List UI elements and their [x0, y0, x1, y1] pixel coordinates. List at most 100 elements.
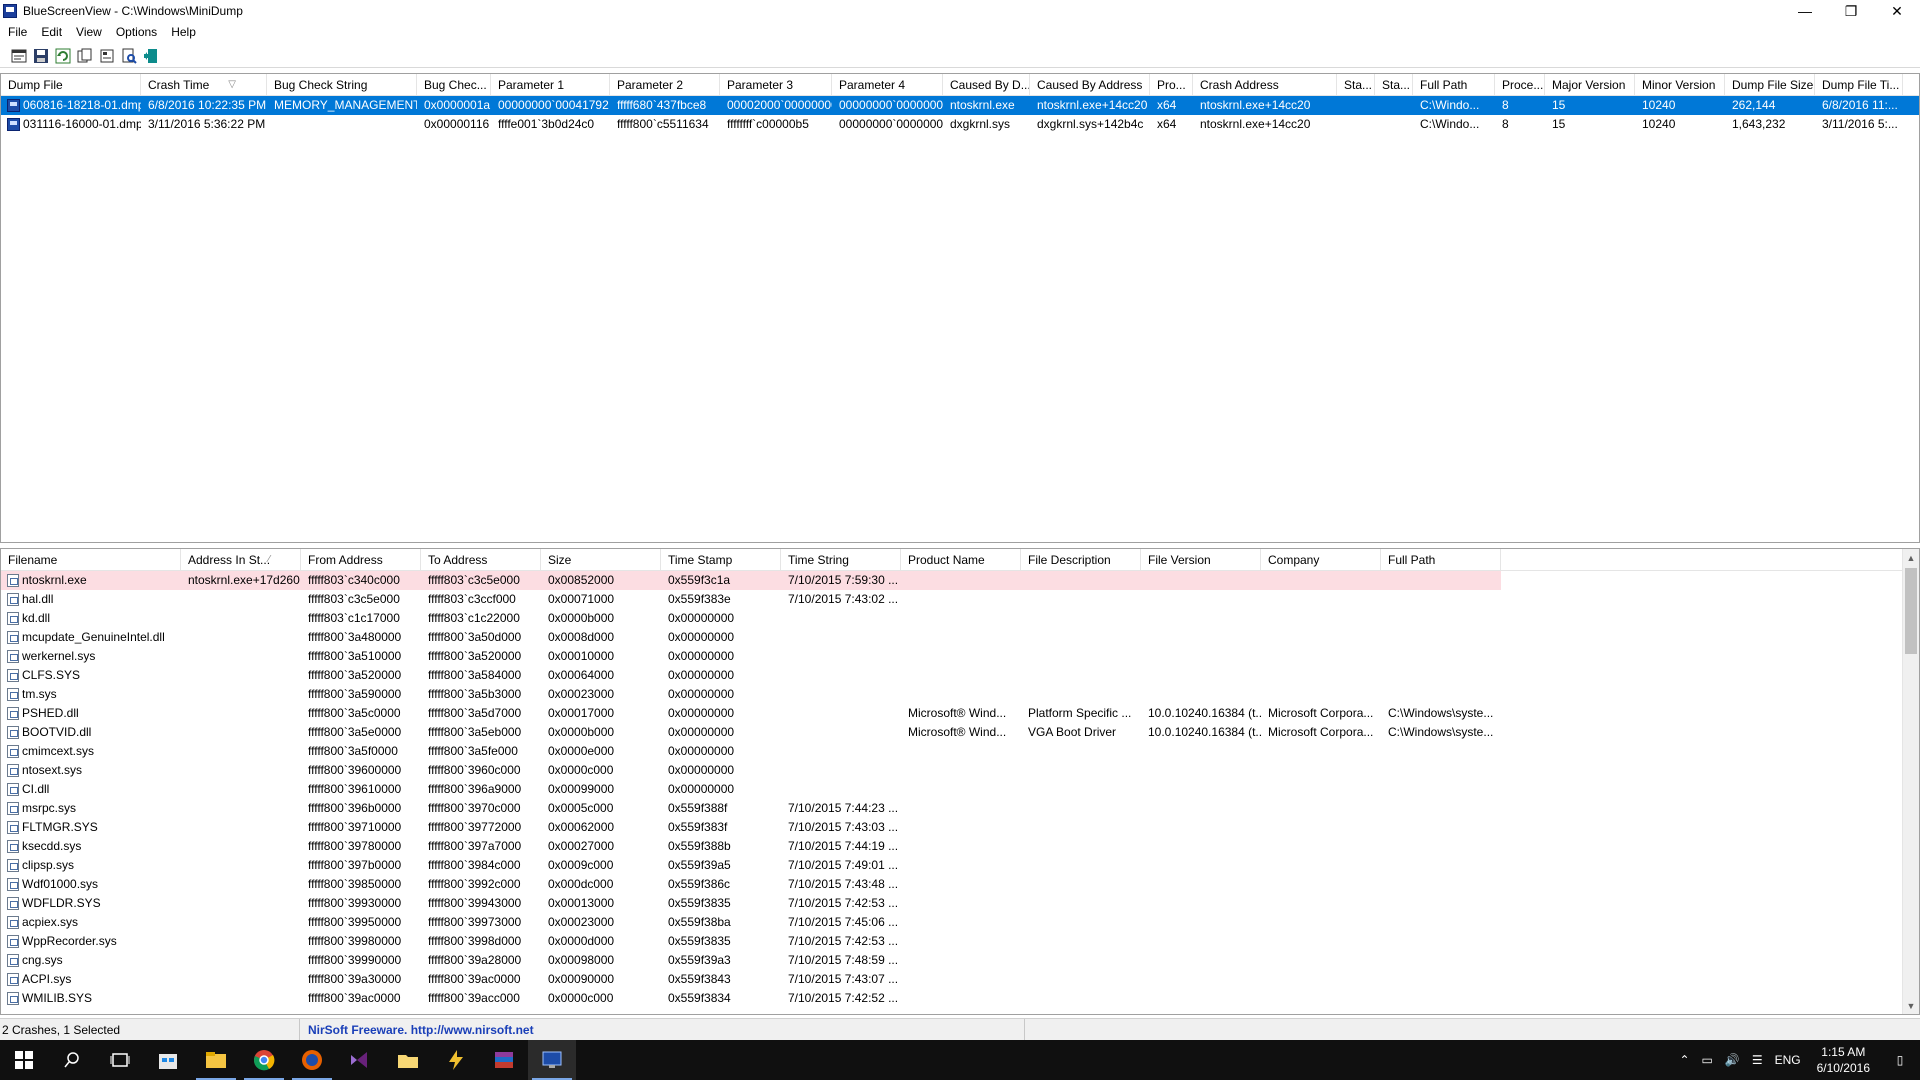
table-row[interactable]: PSHED.dll fffff800`3a5c0000 fffff800`3a5d7…	[1, 704, 1919, 723]
winrar-icon[interactable]	[480, 1040, 528, 1080]
menu-file[interactable]: File	[2, 25, 35, 39]
column-header[interactable]: Parameter 1	[491, 74, 610, 96]
column-header[interactable]: Major Version	[1545, 74, 1635, 96]
table-row[interactable]: WDFLDR.SYS fffff800`39930000 fffff800`3994…	[1, 894, 1919, 913]
table-cell: fffff800`396b0000	[308, 801, 402, 815]
column-header[interactable]: Company	[1261, 549, 1381, 571]
table-row[interactable]: tm.sys fffff800`3a590000 fffff800`3a5b3000…	[1, 685, 1919, 704]
html-report-icon[interactable]	[10, 47, 28, 65]
column-header[interactable]: Dump File	[1, 74, 141, 96]
column-header[interactable]: Time Stamp	[661, 549, 781, 571]
column-header[interactable]: Parameter 3	[720, 74, 832, 96]
column-header[interactable]: Bug Check String	[267, 74, 417, 96]
column-header[interactable]: Time String	[781, 549, 901, 571]
column-header[interactable]: Crash Time ▽	[141, 74, 267, 96]
visual-studio-icon[interactable]	[336, 1040, 384, 1080]
start-icon[interactable]	[0, 1040, 48, 1080]
table-row[interactable]: ntosext.sys fffff800`39600000 fffff800`396…	[1, 761, 1919, 780]
bluescreenview-icon[interactable]	[528, 1040, 576, 1080]
column-header[interactable]: Crash Address	[1193, 74, 1337, 96]
table-row[interactable]: 031116-16000-01.dmp 3/11/2016 5:36:22 PM 0…	[1, 115, 1919, 134]
save-icon[interactable]	[32, 47, 50, 65]
menu-options[interactable]: Options	[110, 25, 165, 39]
column-header[interactable]: Caused By D...	[943, 74, 1030, 96]
table-row[interactable]: ksecdd.sys fffff800`39780000 fffff800`397a…	[1, 837, 1919, 856]
close-button[interactable]: ✕	[1874, 0, 1920, 22]
table-row[interactable]: CLFS.SYS fffff800`3a520000 fffff800`3a5840…	[1, 666, 1919, 685]
column-header[interactable]: To Address	[421, 549, 541, 571]
column-header[interactable]: Sta...	[1337, 74, 1375, 96]
maximize-button[interactable]: ❐	[1828, 0, 1874, 22]
column-header[interactable]: Bug Chec...	[417, 74, 491, 96]
table-row[interactable]: acpiex.sys fffff800`39950000 fffff800`3997…	[1, 913, 1919, 932]
table-row[interactable]: WppRecorder.sys fffff800`39980000 fffff800…	[1, 932, 1919, 951]
column-header[interactable]: Full Path	[1381, 549, 1501, 571]
clock[interactable]: 1:15 AM 6/10/2016	[1807, 1044, 1880, 1076]
table-row[interactable]: 060816-18218-01.dmp 6/8/2016 10:22:35 PM M…	[1, 96, 1919, 115]
chrome-icon[interactable]	[240, 1040, 288, 1080]
column-header[interactable]: Parameter 2	[610, 74, 720, 96]
column-header[interactable]: File Description	[1021, 549, 1141, 571]
column-header[interactable]: From Address	[301, 549, 421, 571]
properties-icon[interactable]	[98, 47, 116, 65]
column-header[interactable]: Dump File Ti...	[1815, 74, 1903, 96]
exit-icon[interactable]	[142, 47, 160, 65]
table-row[interactable]: WMILIB.SYS fffff800`39ac0000 fffff800`39ac…	[1, 989, 1919, 1008]
table-row[interactable]: werkernel.sys fffff800`3a510000 fffff800`3…	[1, 647, 1919, 666]
nirsoft-link[interactable]: NirSoft Freeware. http://www.nirsoft.net	[300, 1019, 1025, 1040]
table-row[interactable]: msrpc.sys fffff800`396b0000 fffff800`3970c…	[1, 799, 1919, 818]
menu-help[interactable]: Help	[165, 25, 204, 39]
column-header[interactable]: Sta...	[1375, 74, 1413, 96]
menu-view[interactable]: View	[70, 25, 110, 39]
column-header[interactable]: Caused By Address	[1030, 74, 1150, 96]
column-header[interactable]: Filename	[1, 549, 181, 571]
table-row[interactable]: cng.sys fffff800`39990000 fffff800`39a2800…	[1, 951, 1919, 970]
table-cell: 7/10/2015 7:43:02 ...	[788, 592, 899, 606]
notification-icon[interactable]: ▯	[1880, 1040, 1920, 1080]
table-row[interactable]: mcupdate_GenuineIntel.dll fffff800`3a4800…	[1, 628, 1919, 647]
volume-icon[interactable]: 🔊	[1719, 1053, 1746, 1067]
table-row[interactable]: CI.dll fffff800`39610000 fffff800`396a9000…	[1, 780, 1919, 799]
column-header[interactable]: File Version	[1141, 549, 1261, 571]
find-icon[interactable]	[120, 47, 138, 65]
refresh-icon[interactable]	[54, 47, 72, 65]
scroll-thumb[interactable]	[1905, 568, 1917, 654]
table-cell: fffff800`39a30000	[308, 972, 402, 986]
module-list-scrollbar[interactable]: ▲ ▼	[1902, 549, 1919, 1014]
table-row[interactable]: ntoskrnl.exe ntoskrnl.exe+17d260 fffff803`…	[1, 571, 1919, 590]
module-file-icon	[7, 707, 19, 720]
language-indicator[interactable]: ENG	[1769, 1053, 1807, 1067]
column-header[interactable]: Dump File Size	[1725, 74, 1815, 96]
column-header[interactable]: Minor Version	[1635, 74, 1725, 96]
file-explorer-icon[interactable]	[192, 1040, 240, 1080]
firefox-icon[interactable]	[288, 1040, 336, 1080]
table-row[interactable]: FLTMGR.SYS fffff800`39710000 fffff800`3977…	[1, 818, 1919, 837]
minimize-button[interactable]: —	[1782, 0, 1828, 22]
table-row[interactable]: Wdf01000.sys fffff800`39850000 fffff800`39…	[1, 875, 1919, 894]
table-row[interactable]: BOOTVID.dll fffff800`3a5e0000 fffff800`3a5…	[1, 723, 1919, 742]
folder-icon[interactable]	[384, 1040, 432, 1080]
show-hidden-icons-icon[interactable]: ⌃	[1673, 1053, 1695, 1067]
scroll-down-arrow-icon[interactable]: ▼	[1903, 997, 1919, 1014]
table-row[interactable]: cmimcext.sys fffff800`3a5f0000 fffff800`3a…	[1, 742, 1919, 761]
table-row[interactable]: ACPI.sys fffff800`39a30000 fffff800`39ac00…	[1, 970, 1919, 989]
column-header[interactable]: Full Path	[1413, 74, 1495, 96]
table-row[interactable]: hal.dll fffff803`c3c5e000 fffff803`c3ccf00…	[1, 590, 1919, 609]
column-header[interactable]: Proce...	[1495, 74, 1545, 96]
search-icon[interactable]	[48, 1040, 96, 1080]
task-view-icon[interactable]	[96, 1040, 144, 1080]
lightning-icon[interactable]	[432, 1040, 480, 1080]
store-icon[interactable]	[144, 1040, 192, 1080]
table-row[interactable]: clipsp.sys fffff800`397b0000 fffff800`3984…	[1, 856, 1919, 875]
column-header[interactable]: Size	[541, 549, 661, 571]
table-row[interactable]: kd.dll fffff803`c1c17000 fffff803`c1c22000…	[1, 609, 1919, 628]
column-header[interactable]: Parameter 4	[832, 74, 943, 96]
column-header[interactable]: Pro...	[1150, 74, 1193, 96]
message-icon[interactable]: ☰	[1746, 1053, 1769, 1067]
copy-icon[interactable]	[76, 47, 94, 65]
scroll-up-arrow-icon[interactable]: ▲	[1903, 549, 1919, 566]
column-header[interactable]: Address In St... ⁄	[181, 549, 301, 571]
menu-edit[interactable]: Edit	[35, 25, 70, 39]
column-header[interactable]: Product Name	[901, 549, 1021, 571]
network-icon[interactable]: ▭	[1696, 1053, 1719, 1067]
